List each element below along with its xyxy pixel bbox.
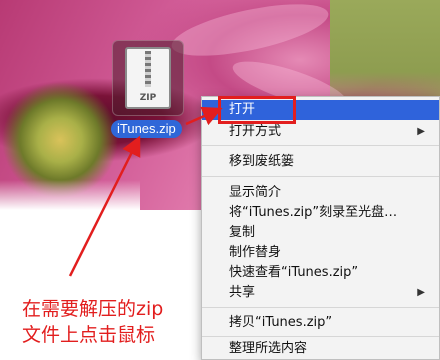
menu-item-copy-file[interactable]: 拷贝“iTunes.zip” <box>202 313 439 333</box>
menu-separator <box>202 145 439 146</box>
menu-item-copy[interactable]: 复制 <box>202 223 439 243</box>
menu-item-burn[interactable]: 将“iTunes.zip”刻录至光盘… <box>202 203 439 223</box>
submenu-arrow-icon: ▶ <box>417 287 425 298</box>
annotation-line-2: 文件上点击鼠标 <box>22 324 156 346</box>
menu-item-get-info[interactable]: 显示简介 <box>202 183 439 203</box>
zip-icon-text: ZIP <box>139 93 157 103</box>
zipper-icon <box>145 51 151 87</box>
menu-item-clean-up[interactable]: 整理所选内容 <box>202 339 439 359</box>
annotation-instruction: 在需要解压的zip 文件上点击鼠标 <box>22 296 163 348</box>
zip-file-label[interactable]: iTunes.zip <box>111 120 182 138</box>
menu-separator <box>202 336 439 337</box>
zip-file-icon[interactable]: ZIP <box>112 40 184 116</box>
annotation-line-1: 在需要解压的zip <box>22 298 164 320</box>
zip-document-icon: ZIP <box>125 47 171 109</box>
menu-item-label: 移到废纸篓 <box>229 154 295 169</box>
menu-item-label: 制作替身 <box>229 245 282 260</box>
menu-item-label: 将“iTunes.zip”刻录至光盘… <box>229 205 398 220</box>
menu-item-open-with[interactable]: 打开方式 ▶ <box>202 122 439 142</box>
menu-item-label: 快速查看“iTunes.zip” <box>229 265 359 280</box>
annotation-highlight-box <box>218 96 296 124</box>
menu-item-make-alias[interactable]: 制作替身 <box>202 243 439 263</box>
menu-item-move-to-trash[interactable]: 移到废纸篓 <box>202 152 439 172</box>
menu-item-label: 显示简介 <box>229 185 282 200</box>
menu-item-quick-look[interactable]: 快速查看“iTunes.zip” <box>202 263 439 283</box>
menu-separator <box>202 176 439 177</box>
context-menu: 打开 打开方式 ▶ 移到废纸篓 显示简介 将“iTunes.zip”刻录至光盘…… <box>201 96 440 360</box>
submenu-arrow-icon: ▶ <box>417 126 425 137</box>
wallpaper-petal-highlight <box>167 0 333 67</box>
menu-item-label: 共享 <box>229 285 256 300</box>
menu-separator <box>202 307 439 308</box>
menu-item-label: 整理所选内容 <box>229 341 308 356</box>
menu-item-label: 拷贝“iTunes.zip” <box>229 315 333 330</box>
wallpaper-fade <box>0 180 140 210</box>
menu-item-label: 打开方式 <box>229 124 282 139</box>
menu-item-label: 复制 <box>229 225 256 240</box>
menu-item-share[interactable]: 共享 ▶ <box>202 283 439 303</box>
